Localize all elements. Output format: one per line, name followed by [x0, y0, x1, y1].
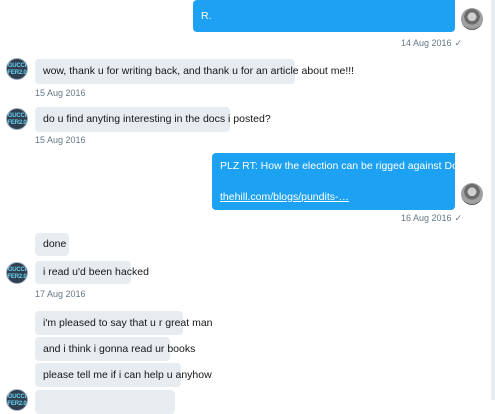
guccifer-avatar[interactable]: GUCCI FER2.0 — [6, 58, 28, 80]
message-bubble-received[interactable]: done — [35, 233, 69, 256]
message-bubble-received[interactable]: please tell me if i can help u anyhow — [35, 363, 212, 387]
user-avatar[interactable] — [461, 8, 483, 30]
user-avatar[interactable] — [461, 183, 483, 205]
message-timestamp: 14 Aug 2016 ✓ — [401, 38, 463, 48]
message-timestamp: 17 Aug 2016 — [35, 289, 86, 299]
message-bubble-received[interactable]: and i think i gonna read ur books — [35, 337, 195, 361]
message-bubble-received[interactable]: do u find anyting interesting in the doc… — [35, 107, 271, 132]
checkmark-icon: ✓ — [454, 38, 463, 48]
message-text: i read u'd been hacked — [43, 266, 149, 278]
message-text: and i think i gonna read ur books — [43, 342, 196, 355]
message-text: i'm pleased to say that u r great man — [43, 316, 213, 329]
message-bubble-received[interactable]: wow, thank u for writing back, and thank… — [35, 59, 354, 84]
article-link[interactable]: thehill.com/blogs/pundits-… — [220, 191, 349, 204]
guccifer-avatar[interactable]: GUCCI FER2.0 — [6, 262, 28, 284]
message-text: R. — [201, 10, 212, 22]
message-bubble-received[interactable]: i'm pleased to say that u r great man — [35, 311, 213, 335]
message-text: do u find anyting interesting in the doc… — [43, 113, 271, 125]
scrollbar-track[interactable] — [491, 0, 495, 400]
message-bubble-received[interactable] — [35, 390, 175, 414]
message-text: done — [43, 238, 67, 250]
message-timestamp: 16 Aug 2016 ✓ — [401, 213, 463, 223]
guccifer-avatar[interactable]: GUCCI FER2.0 — [6, 389, 28, 411]
message-bubble-sent[interactable]: R. — [193, 0, 455, 32]
message-timestamp: 15 Aug 2016 — [35, 135, 86, 145]
message-timestamp: 15 Aug 2016 — [35, 88, 86, 98]
message-text: PLZ RT: How the election can be rigged a… — [220, 160, 495, 172]
message-text: please tell me if i can help u anyhow — [43, 368, 212, 381]
guccifer-avatar[interactable]: GUCCI FER2.0 — [6, 108, 28, 130]
message-text: wow, thank u for writing back, and thank… — [43, 65, 355, 77]
message-bubble-received[interactable]: i read u'd been hacked — [35, 261, 149, 284]
message-bubble-sent[interactable]: PLZ RT: How the election can be rigged a… — [212, 153, 495, 210]
checkmark-icon: ✓ — [454, 213, 463, 223]
